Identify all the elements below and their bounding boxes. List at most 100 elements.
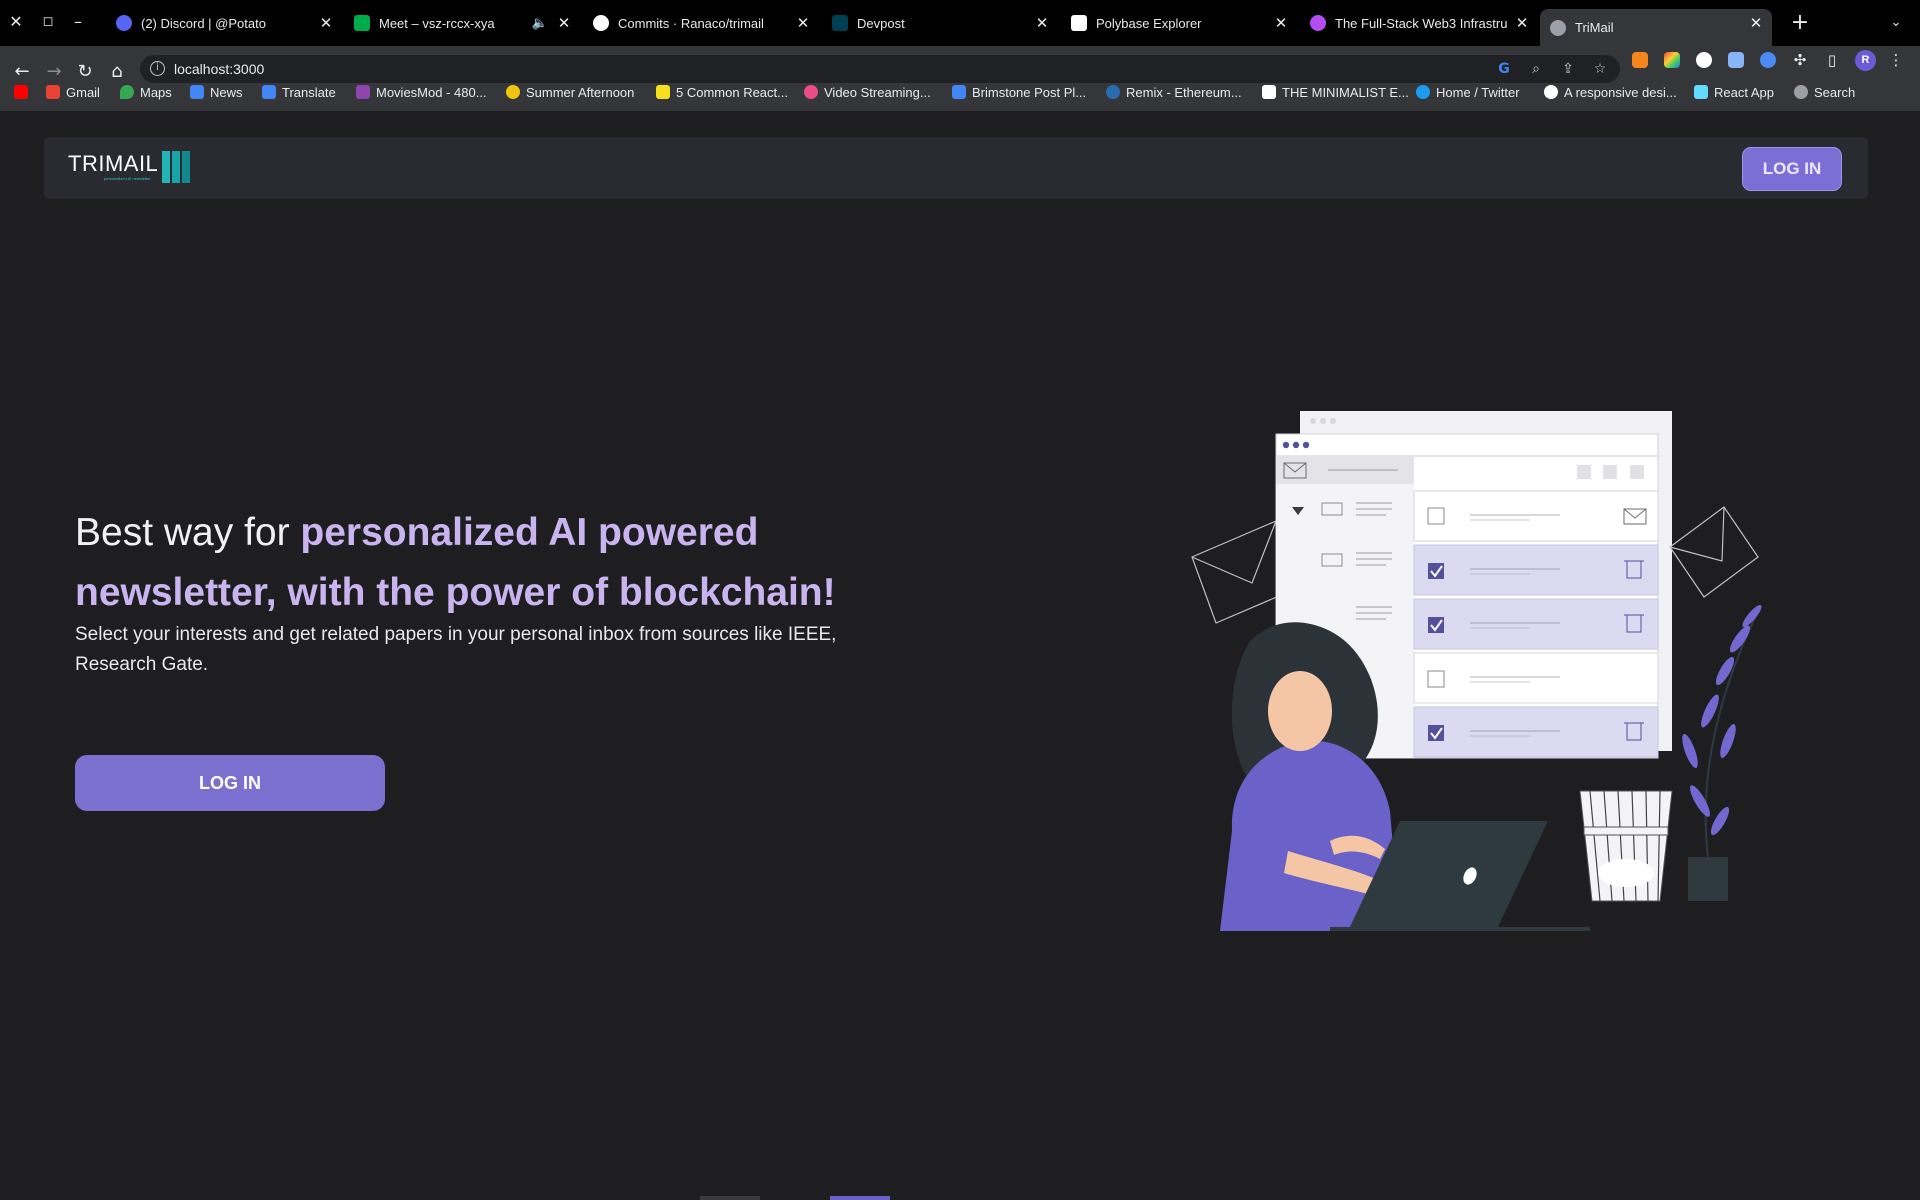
checked-checkbox-icon	[1428, 725, 1444, 741]
shield-extension-icon[interactable]	[1728, 52, 1744, 68]
bookmark-react[interactable]: 5 Common React...	[656, 80, 788, 104]
browser-tab-meet[interactable]: Meet – vsz-rccx-xya 🔈 ✕	[354, 9, 574, 37]
discord-icon	[116, 15, 132, 31]
close-tab-icon[interactable]: ✕	[1746, 9, 1766, 37]
close-tab-icon[interactable]: ✕	[316, 9, 336, 37]
bookmark-gmail[interactable]: Gmail	[46, 80, 100, 104]
google-lens-icon[interactable]: G	[1496, 61, 1512, 77]
envelope-outline-right	[1669, 506, 1759, 598]
cloud-icon	[1794, 85, 1808, 99]
bookmark-label: Home / Twitter	[1436, 84, 1520, 100]
checkbox-icon	[1427, 670, 1445, 688]
zoom-icon[interactable]: ⌕	[1528, 61, 1544, 77]
bookmark-label: Search	[1814, 84, 1856, 100]
bookmark-summer-afternoon[interactable]: Summer Afternoon	[506, 80, 634, 104]
page-body: TRIMAIL personalized AI newsletter LOG I…	[0, 111, 1920, 1200]
youtube-icon	[14, 85, 28, 99]
tab-title: Devpost	[857, 15, 905, 31]
url-text[interactable]: localhost:3000	[174, 61, 264, 77]
dribbble-icon	[804, 85, 818, 99]
js-icon	[656, 85, 670, 99]
bookmark-search[interactable]: Search	[1794, 80, 1855, 104]
devpost-icon	[832, 15, 848, 31]
browser-tab-discord[interactable]: (2) Discord | @Potato ✕	[116, 9, 336, 37]
close-window-icon[interactable]: ✕	[2, 9, 30, 35]
share-icon[interactable]: ⇪	[1560, 61, 1576, 77]
mail-row	[1413, 544, 1659, 596]
bookmark-label: A responsive desi...	[1564, 84, 1677, 100]
bookmark-news[interactable]: News	[190, 80, 243, 104]
extensions-puzzle-icon[interactable]: ✣	[1789, 49, 1811, 71]
react-icon	[1694, 85, 1708, 99]
new-tab-icon[interactable]: +	[1786, 9, 1814, 37]
close-tab-icon[interactable]: ✕	[1032, 9, 1052, 37]
browser-tab-trimail[interactable]: TriMail ✕	[1540, 9, 1772, 46]
news-icon	[190, 85, 204, 99]
bookmark-youtube[interactable]	[14, 80, 34, 104]
navbar-login-button[interactable]: LOG IN	[1742, 147, 1842, 191]
tab-search-chevron-icon[interactable]: ⌄	[1882, 9, 1910, 37]
maps-icon	[120, 85, 134, 99]
close-tab-icon[interactable]: ✕	[554, 9, 574, 37]
tab-title: TriMail	[1575, 20, 1614, 35]
speaker-muted-icon[interactable]: 🔈	[532, 9, 548, 37]
browser-tab-devpost[interactable]: Devpost ✕	[832, 9, 1052, 37]
site-navbar: TRIMAIL personalized AI newsletter LOG I…	[44, 137, 1868, 199]
bookmark-label: News	[210, 84, 243, 100]
bookmark-label: Brimstone Post Pl...	[972, 84, 1087, 100]
bookmark-twitter[interactable]: Home / Twitter	[1416, 80, 1520, 104]
bookmark-translate[interactable]: Translate	[262, 80, 336, 104]
bookmark-maps[interactable]: Maps	[120, 80, 172, 104]
browser-tab-github[interactable]: Commits · Ranaco/trimail ✕	[593, 9, 813, 37]
mail-row	[1413, 652, 1659, 704]
hero-login-button[interactable]: LOG IN	[75, 755, 385, 811]
newsletter-illustration	[1191, 411, 1762, 931]
bottom-indicator-active	[830, 1196, 890, 1200]
bookmark-label: MoviesMod - 480...	[376, 84, 487, 100]
close-tab-icon[interactable]: ✕	[793, 9, 813, 37]
close-tab-icon[interactable]: ✕	[1271, 9, 1291, 37]
maximize-window-icon[interactable]: ◻	[34, 9, 62, 35]
bookmark-medium[interactable]: A responsive desi...	[1544, 80, 1677, 104]
side-panel-icon[interactable]: ▯	[1821, 49, 1843, 71]
bookmark-remix[interactable]: Remix - Ethereum...	[1106, 80, 1242, 104]
medium-icon	[1544, 85, 1558, 99]
bookmark-label: Video Streaming...	[824, 84, 931, 100]
bookmark-label: Remix - Ethereum...	[1126, 84, 1242, 100]
hero-title-plain: Best way for	[75, 511, 301, 554]
colorpicker-extension-icon[interactable]	[1664, 52, 1680, 68]
mail-row	[1413, 706, 1659, 758]
bookmarks-bar: Gmail Maps News Translate MoviesMod - 48…	[0, 80, 1920, 178]
browser-tab-polybase[interactable]: Polybase Explorer ✕	[1071, 9, 1291, 37]
tab-title: (2) Discord | @Potato	[141, 15, 266, 31]
moviesmod-icon	[356, 85, 370, 99]
minimize-window-icon[interactable]: –	[64, 9, 92, 35]
grammarly-icon[interactable]	[1696, 52, 1712, 68]
trimail-logo[interactable]: TRIMAIL personalized AI newsletter	[68, 151, 192, 185]
site-info-icon[interactable]: i	[150, 61, 165, 76]
gmail-icon	[46, 85, 60, 99]
metamask-icon[interactable]	[1632, 52, 1648, 68]
bookmark-label: Translate	[282, 84, 336, 100]
bookmark-brimstone[interactable]: Brimstone Post Pl...	[952, 80, 1086, 104]
amazon-icon	[1262, 85, 1276, 99]
checked-checkbox-icon	[1428, 563, 1444, 579]
meet-icon	[354, 15, 370, 31]
bookmark-moviesmod[interactable]: MoviesMod - 480...	[356, 80, 487, 104]
bookmark-star-icon[interactable]: ☆	[1592, 61, 1608, 77]
mail-row	[1413, 598, 1659, 650]
bookmark-label: React App	[1714, 84, 1774, 100]
close-tab-icon[interactable]: ✕	[1512, 9, 1532, 37]
globe-icon	[1550, 19, 1566, 36]
address-bar[interactable]: i localhost:3000 G ⌕ ⇪ ☆	[140, 55, 1620, 83]
search-extension-icon[interactable]	[1760, 52, 1776, 68]
profile-avatar[interactable]: R	[1855, 50, 1876, 71]
browser-menu-icon[interactable]: ⋮	[1885, 49, 1907, 71]
bookmark-video-streaming[interactable]: Video Streaming...	[804, 80, 931, 104]
bookmark-minimalist[interactable]: THE MINIMALIST E...	[1262, 80, 1409, 104]
twitter-icon	[1416, 85, 1430, 99]
bookmark-react-app[interactable]: React App	[1694, 80, 1774, 104]
tab-title: Commits · Ranaco/trimail	[618, 15, 764, 31]
browser-tab-web3[interactable]: The Full-Stack Web3 Infrastru ✕	[1310, 9, 1532, 37]
waste-basket-icon	[1579, 790, 1673, 902]
